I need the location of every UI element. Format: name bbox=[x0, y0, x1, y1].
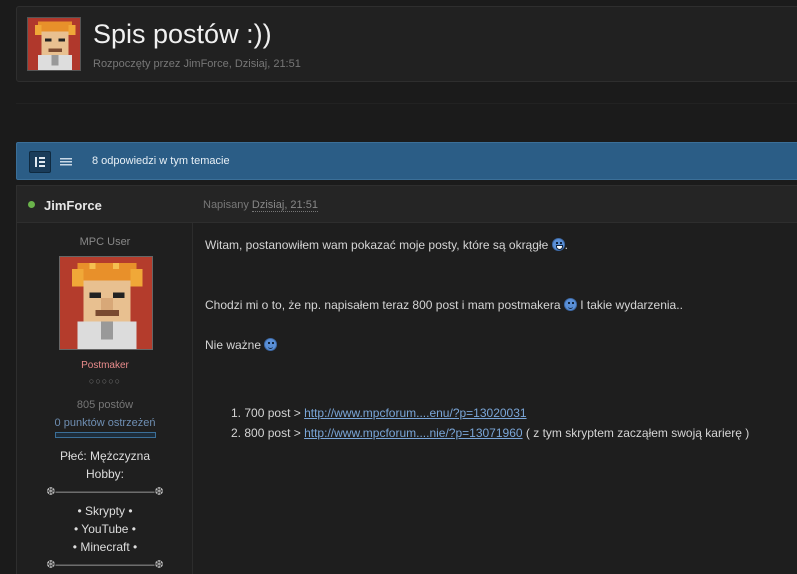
topic-meta: Rozpoczęty przez JimForce, Dzisiaj, 21:5… bbox=[93, 58, 301, 70]
topic-header: Spis postów :)) Rozpoczęty przez JimForc… bbox=[16, 6, 797, 82]
post-header: JimForce Napisany Dzisiaj, 21:51 bbox=[17, 186, 797, 223]
topic-title: Spis postów :)) bbox=[93, 19, 272, 49]
post-link[interactable]: http://www.mpcforum....enu/?p=13020031 bbox=[304, 406, 526, 420]
ornament-divider: ❆―――――――――❆ bbox=[46, 559, 164, 571]
profile-field-hobby: Hobby: bbox=[85, 467, 125, 481]
hobby-item: • YouTube • bbox=[73, 522, 136, 536]
author-sidebar: MPC User Postmaker ○○○○○ 805 postów 0 pu… bbox=[17, 223, 193, 574]
smiley-icon bbox=[264, 338, 278, 351]
replies-count: 8 odpowiedzi w tym temacie bbox=[92, 155, 230, 167]
divider bbox=[16, 103, 797, 104]
post-line: Nie ważne bbox=[205, 338, 278, 352]
list-item: 1. 700 post > http://www.mpcforum....enu… bbox=[231, 406, 749, 426]
smiley-icon bbox=[563, 298, 577, 311]
online-dot-icon bbox=[28, 201, 35, 208]
list-number: 1. bbox=[231, 406, 242, 420]
list-compact-icon bbox=[60, 158, 72, 166]
topic-author-avatar[interactable] bbox=[27, 17, 81, 71]
list-text: 800 post > bbox=[244, 426, 301, 440]
post-date: Napisany Dzisiaj, 21:51 bbox=[203, 199, 318, 212]
post-links-list: 1. 700 post > http://www.mpcforum....enu… bbox=[231, 406, 749, 446]
list-full-icon bbox=[35, 157, 45, 167]
list-item: 2. 800 post > http://www.mpcforum....nie… bbox=[231, 426, 749, 446]
post-line: Chodzi mi o to, że np. napisałem teraz 8… bbox=[205, 298, 683, 312]
list-text: 700 post > bbox=[244, 406, 301, 420]
post-text: Chodzi mi o to, że np. napisałem teraz 8… bbox=[205, 298, 561, 312]
mode-compact-button[interactable] bbox=[55, 151, 77, 173]
list-text: ( z tym skryptem zacząłem swoją karierę … bbox=[525, 426, 750, 440]
mode-full-button[interactable] bbox=[29, 151, 51, 173]
profile-field-sex: Płeć: Mężczyzna bbox=[59, 449, 151, 463]
post-text: Nie ważne bbox=[205, 338, 262, 352]
post-author[interactable]: JimForce bbox=[44, 198, 102, 213]
post-link[interactable]: http://www.mpcforum....nie/?p=13071960 bbox=[304, 426, 522, 440]
avatar[interactable] bbox=[59, 256, 153, 350]
ornament-divider: ❆―――――――――❆ bbox=[46, 486, 164, 498]
post-count: 805 postów bbox=[76, 399, 134, 411]
smiley-icon bbox=[551, 238, 565, 251]
post-date-value[interactable]: Dzisiaj, 21:51 bbox=[251, 199, 318, 212]
rank-pips: ○○○○○ bbox=[88, 376, 122, 386]
post-date-prefix: Napisany bbox=[203, 199, 249, 211]
post: JimForce Napisany Dzisiaj, 21:51 MPC Use… bbox=[16, 185, 797, 574]
warning-points[interactable]: 0 punktów ostrzeżeń bbox=[17, 417, 193, 429]
user-group: Postmaker bbox=[81, 360, 129, 371]
post-text: I takie wydarzenia.. bbox=[580, 298, 683, 312]
post-line: Witam, postanowiłem wam pokazać moje pos… bbox=[205, 238, 568, 252]
hobby-item: • Minecraft • bbox=[72, 540, 138, 554]
replies-bar: 8 odpowiedzi w tym temacie bbox=[16, 142, 797, 180]
user-title: MPC User bbox=[79, 236, 131, 248]
post-text: Witam, postanowiłem wam pokazać moje pos… bbox=[205, 238, 549, 252]
warning-bar bbox=[55, 432, 156, 438]
hobby-item: • Skrypty • bbox=[77, 504, 133, 518]
list-number: 2. bbox=[231, 426, 242, 440]
